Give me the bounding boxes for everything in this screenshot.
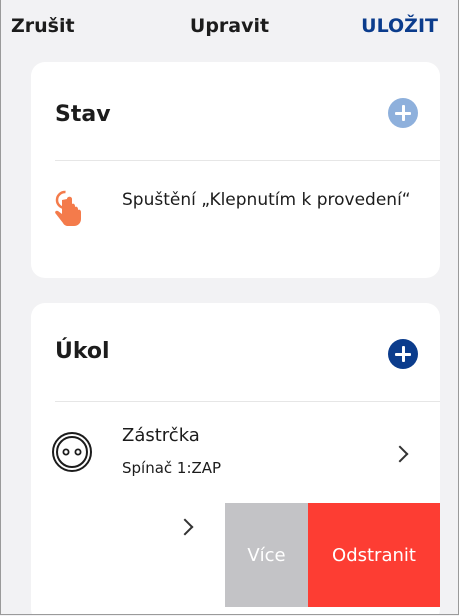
divider <box>55 160 440 161</box>
delete-button[interactable]: Odstranit <box>308 503 440 607</box>
tap-hand-icon <box>55 190 81 226</box>
task-device-row[interactable]: Zástrčka Spínač 1:ZAP <box>31 413 440 503</box>
chevron-right-icon <box>391 445 409 463</box>
socket-icon <box>52 432 92 472</box>
divider <box>55 401 440 402</box>
add-task-button[interactable] <box>388 339 418 369</box>
device-state: Spínač 1:ZAP <box>122 459 222 477</box>
add-condition-button[interactable] <box>388 98 418 128</box>
trigger-description: Spuštění „Klepnutím k provedení“ <box>122 190 411 210</box>
task-card: Úkol Zástrčka Spínač 1:ZAP Více Odstrani… <box>31 303 440 614</box>
save-button[interactable]: ULOŽIT <box>361 15 438 37</box>
condition-title: Stav <box>55 102 111 127</box>
task-title: Úkol <box>55 339 110 364</box>
device-name: Zástrčka <box>122 425 200 446</box>
top-nav-bar: Zrušit Upravit ULOŽIT <box>1 0 458 56</box>
condition-card: Stav Spuštění „Klepnutím k provedení“ <box>31 62 440 278</box>
chevron-right-icon <box>176 518 194 536</box>
more-button[interactable]: Více <box>225 503 308 607</box>
app-screen: Zrušit Upravit ULOŽIT Stav Spuštění „Kle… <box>0 0 459 615</box>
